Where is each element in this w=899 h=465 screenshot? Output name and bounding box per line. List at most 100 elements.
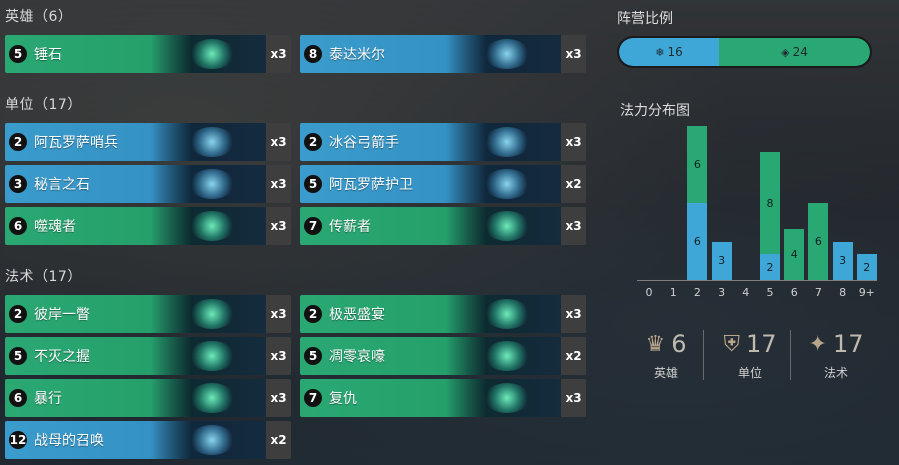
card-count: x3 <box>266 379 291 417</box>
mana-cost-badge: 5 <box>9 347 27 365</box>
card-name: 极恶盛宴 <box>329 307 385 323</box>
unit-icon: ⛨ <box>723 331 740 357</box>
card-body[interactable]: 12 战母的召唤 <box>5 421 266 459</box>
bar-segment: 4 <box>784 228 805 280</box>
x-tick-label: 1 <box>669 286 677 299</box>
card-unit[interactable]: 7 传薪者 x3 <box>300 207 586 245</box>
card-body[interactable]: 5 锤石 <box>5 35 266 73</box>
card-name: 复仇 <box>329 391 357 407</box>
section-title-units: 单位（17） <box>5 97 82 113</box>
card-unit[interactable]: 6 噬魂者 x3 <box>5 207 291 245</box>
card-art <box>151 35 266 73</box>
card-body[interactable]: 2 冰谷弓箭手 <box>300 123 561 161</box>
mana-curve-chart: 0 1 2 6 6 3 3 4 5 2 8 6 4 7 6 8 3 9+ 2 <box>637 118 877 308</box>
card-count: x3 <box>561 207 586 245</box>
bar-segment: 3 <box>711 241 732 280</box>
bar-segment: 6 <box>687 203 708 280</box>
card-count: x3 <box>561 35 586 73</box>
card-name: 传薪者 <box>329 219 371 235</box>
mana-cost-badge: 2 <box>304 133 322 151</box>
card-art <box>151 421 266 459</box>
x-tick-label: 7 <box>814 286 822 299</box>
card-name: 战母的召唤 <box>34 433 104 449</box>
card-count: x2 <box>561 337 586 375</box>
card-art <box>446 337 561 375</box>
mana-cost-badge: 12 <box>9 431 27 449</box>
card-champion[interactable]: 5 锤石 x3 <box>5 35 291 73</box>
card-unit[interactable]: 2 阿瓦罗萨哨兵 x3 <box>5 123 291 161</box>
card-spell[interactable]: 5 不灭之握 x3 <box>5 337 291 375</box>
card-count: x3 <box>266 165 291 203</box>
card-body[interactable]: 5 阿瓦罗萨护卫 <box>300 165 561 203</box>
faction-ratio-title: 阵营比例 <box>617 11 673 27</box>
card-art <box>446 123 561 161</box>
bar-value-label: 6 <box>808 203 829 280</box>
card-spell[interactable]: 6 暴行 x3 <box>5 379 291 417</box>
card-body[interactable]: 5 凋零哀嚎 <box>300 337 561 375</box>
mana-curve-title: 法力分布图 <box>620 103 690 119</box>
card-body[interactable]: 2 阿瓦罗萨哨兵 <box>5 123 266 161</box>
stat-spells-label: 法术 <box>823 366 848 380</box>
x-tick-label: 4 <box>742 286 750 299</box>
card-name: 噬魂者 <box>34 219 76 235</box>
card-art <box>446 35 561 73</box>
card-art <box>446 207 561 245</box>
stat-units-value: 17 <box>745 330 777 358</box>
card-art <box>151 337 266 375</box>
card-unit[interactable]: 2 冰谷弓箭手 x3 <box>300 123 586 161</box>
card-art <box>151 295 266 333</box>
x-tick-label: 3 <box>718 286 726 299</box>
card-spell[interactable]: 2 极恶盛宴 x3 <box>300 295 586 333</box>
card-spell[interactable]: 7 复仇 x3 <box>300 379 586 417</box>
card-body[interactable]: 8 泰达米尔 <box>300 35 561 73</box>
card-name: 泰达米尔 <box>329 47 385 63</box>
x-tick-label: 0 <box>645 286 653 299</box>
card-name: 不灭之握 <box>34 349 90 365</box>
card-body[interactable]: 7 复仇 <box>300 379 561 417</box>
bar-value-label: 2 <box>856 254 877 280</box>
stat-champions: ♛ 6 英雄 <box>631 330 701 381</box>
card-name: 彼岸一瞥 <box>34 307 90 323</box>
card-name: 凋零哀嚎 <box>329 349 385 365</box>
bar-value-label: 6 <box>687 203 708 280</box>
faction-ratio-green: ◈ 24 <box>719 38 870 66</box>
card-art <box>151 379 266 417</box>
x-tick-label: 8 <box>839 286 847 299</box>
shadow-isles-icon: ◈ <box>781 45 790 59</box>
card-body[interactable]: 3 秘言之石 <box>5 165 266 203</box>
card-unit[interactable]: 3 秘言之石 x3 <box>5 165 291 203</box>
bar-value-label: 3 <box>832 241 853 280</box>
card-count: x3 <box>266 295 291 333</box>
freljord-icon: ❄ <box>655 45 665 59</box>
card-body[interactable]: 6 暴行 <box>5 379 266 417</box>
card-name: 阿瓦罗萨哨兵 <box>34 135 118 151</box>
mana-cost-badge: 6 <box>9 389 27 407</box>
bar-value-label: 4 <box>784 228 805 280</box>
card-art <box>446 165 561 203</box>
card-count: x3 <box>561 379 586 417</box>
faction-ratio-blue: ❄ 16 <box>619 38 719 66</box>
mana-cost-badge: 2 <box>9 133 27 151</box>
card-spell[interactable]: 5 凋零哀嚎 x2 <box>300 337 586 375</box>
card-spell[interactable]: 12 战母的召唤 x2 <box>5 421 291 459</box>
bar-value-label: 3 <box>711 241 732 280</box>
stat-spells-value: 17 <box>832 330 864 358</box>
faction-ratio-bar: ❄ 16 ◈ 24 <box>617 36 872 68</box>
card-unit[interactable]: 5 阿瓦罗萨护卫 x2 <box>300 165 586 203</box>
card-body[interactable]: 2 彼岸一瞥 <box>5 295 266 333</box>
card-body[interactable]: 5 不灭之握 <box>5 337 266 375</box>
bar-segment: 8 <box>760 152 780 255</box>
card-champion[interactable]: 8 泰达米尔 x3 <box>300 35 586 73</box>
stat-units: ⛨ 17 单位 <box>715 330 785 381</box>
card-spell[interactable]: 2 彼岸一瞥 x3 <box>5 295 291 333</box>
card-count: x2 <box>561 165 586 203</box>
card-name: 阿瓦罗萨护卫 <box>329 177 413 193</box>
card-count: x3 <box>266 207 291 245</box>
card-name: 暴行 <box>34 391 62 407</box>
mana-cost-badge: 5 <box>304 175 322 193</box>
card-body[interactable]: 2 极恶盛宴 <box>300 295 561 333</box>
x-tick-label: 5 <box>766 286 774 299</box>
card-body[interactable]: 6 噬魂者 <box>5 207 266 245</box>
card-body[interactable]: 7 传薪者 <box>300 207 561 245</box>
card-name: 锤石 <box>34 47 62 63</box>
